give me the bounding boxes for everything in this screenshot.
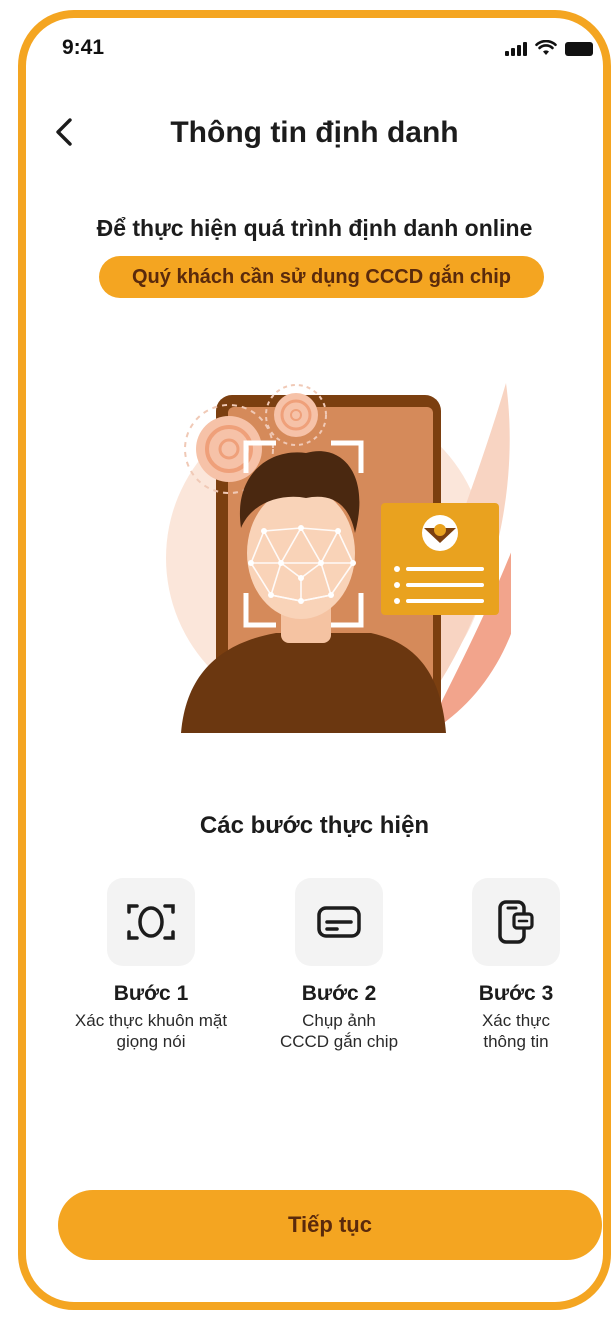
step-icon-box: [472, 878, 560, 966]
step-2: Bước 2 Chụp ảnh CCCD gắn chip: [239, 878, 439, 1052]
face-verification-illustration: [166, 383, 511, 733]
step-description-line: Chụp ảnh: [302, 1011, 376, 1030]
phone-frame: 9:41 Thông tin định danh Để thực hiện qu…: [18, 10, 611, 1310]
step-title: Bước 2: [301, 982, 377, 1005]
step-description-line: Xác thực khuôn mặt: [74, 1011, 228, 1030]
page-title: Thông tin định danh: [170, 116, 459, 149]
step-title: Bước 1: [113, 982, 189, 1005]
step-description-line: CCCD gắn chip: [279, 1032, 399, 1051]
battery-icon: [565, 42, 593, 56]
step-description-line: Xác thực: [481, 1011, 551, 1030]
step-title: Bước 3: [478, 982, 554, 1005]
step-description: Xác thực thông tin: [416, 1010, 603, 1052]
step-icon-box: [107, 878, 195, 966]
step-description: Xác thực khuôn mặt giọng nói: [51, 1010, 251, 1052]
face-scan-icon: [127, 904, 175, 940]
id-card-illustration: [381, 503, 499, 615]
requirement-badge: Quý khách cần sử dụng CCCD gắn chip: [99, 256, 544, 298]
step-description: Chụp ảnh CCCD gắn chip: [239, 1010, 439, 1052]
steps-title: Các bước thực hiện: [199, 812, 430, 839]
requirement-text: Quý khách cần sử dụng CCCD gắn chip: [132, 265, 511, 288]
wifi-icon: [535, 40, 557, 55]
status-time: 9:41: [62, 36, 105, 59]
continue-button[interactable]: Tiếp tục: [58, 1190, 602, 1260]
intro-text: Để thực hiện quá trình định danh online: [96, 215, 533, 241]
signal-icon: [505, 41, 527, 56]
step-description-line: giọng nói: [116, 1032, 186, 1051]
id-card-icon: [317, 906, 361, 938]
phone-card-icon: [498, 900, 534, 944]
step-1: Bước 1 Xác thực khuôn mặt giọng nói: [51, 878, 251, 1052]
step-icon-box: [295, 878, 383, 966]
step-3: Bước 3 Xác thực thông tin: [416, 878, 603, 1052]
status-icons: [505, 40, 593, 56]
step-description-line: thông tin: [483, 1032, 549, 1051]
